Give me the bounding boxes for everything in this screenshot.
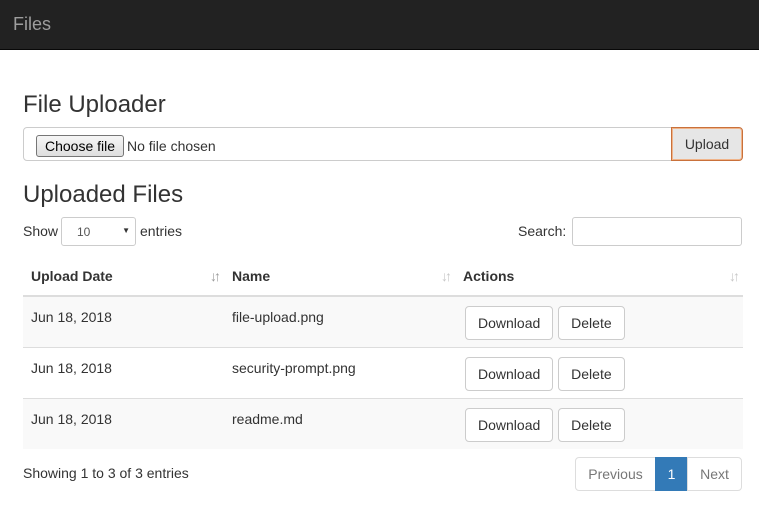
choose-file-button[interactable]: Choose file: [36, 135, 124, 157]
download-button[interactable]: Download: [465, 356, 554, 391]
file-uploader: Choose file No file chosen Upload: [23, 127, 743, 161]
download-button[interactable]: Download: [465, 306, 554, 340]
upload-date-cell: Jun 18, 2018: [23, 397, 224, 449]
upload-button[interactable]: Upload: [671, 127, 743, 161]
sort-ascending-icon: ↓↑: [210, 268, 221, 284]
sort-both-icon: ↓↑: [729, 268, 740, 284]
actions-cell: Download Delete: [455, 397, 743, 449]
delete-button[interactable]: Delete: [558, 306, 625, 340]
upload-date-cell: Jun 18, 2018: [23, 296, 224, 347]
show-label: Show: [23, 223, 59, 239]
file-name-cell: security-prompt.png: [224, 346, 455, 398]
column-header-label: Name: [232, 268, 271, 284]
column-header-upload-date[interactable]: Upload Date ↓↑: [23, 257, 224, 297]
file-name-cell: readme.md: [224, 397, 455, 449]
entries-select-value: 10: [77, 225, 91, 239]
pagination: Previous 1 Next: [575, 457, 742, 491]
column-header-actions[interactable]: Actions ↓↑: [455, 257, 743, 297]
pagination-previous-button[interactable]: Previous: [575, 457, 656, 491]
top-navbar: Files: [0, 0, 759, 50]
download-button[interactable]: Download: [465, 407, 554, 442]
table-row: Jun 18, 2018 security-prompt.png Downloa…: [23, 346, 743, 398]
delete-button[interactable]: Delete: [558, 356, 625, 391]
column-header-label: Upload Date: [31, 268, 113, 284]
caret-down-icon: ▼: [122, 226, 130, 235]
column-header-name[interactable]: Name ↓↑: [224, 257, 455, 297]
actions-cell: Download Delete: [455, 346, 743, 398]
table-row: Jun 18, 2018 readme.md Download Delete: [23, 397, 743, 449]
uploaded-files-table: Upload Date ↓↑ Name ↓↑ Actions ↓↑ Jun 18…: [23, 257, 743, 449]
pagination-next-button[interactable]: Next: [687, 457, 742, 491]
file-name-cell: file-upload.png: [224, 296, 455, 347]
actions-cell: Download Delete: [455, 296, 743, 347]
column-header-label: Actions: [463, 268, 515, 284]
search-label: Search:: [518, 223, 567, 239]
file-status-text: No file chosen: [127, 138, 216, 154]
delete-button[interactable]: Delete: [558, 407, 625, 442]
pagination-page-1[interactable]: 1: [655, 457, 688, 491]
uploader-title: File Uploader: [23, 91, 166, 118]
table-row: Jun 18, 2018 file-upload.png Download De…: [23, 296, 743, 347]
sort-both-icon: ↓↑: [441, 268, 452, 284]
entries-per-page-select[interactable]: 10 ▼: [61, 217, 136, 246]
navbar-brand[interactable]: Files: [13, 14, 51, 34]
table-info-summary: Showing 1 to 3 of 3 entries: [23, 465, 189, 481]
entries-label: entries: [140, 223, 183, 239]
file-input[interactable]: Choose file No file chosen: [23, 127, 673, 161]
search-input[interactable]: [572, 217, 742, 246]
uploaded-files-title: Uploaded Files: [23, 181, 184, 208]
upload-date-cell: Jun 18, 2018: [23, 346, 224, 398]
